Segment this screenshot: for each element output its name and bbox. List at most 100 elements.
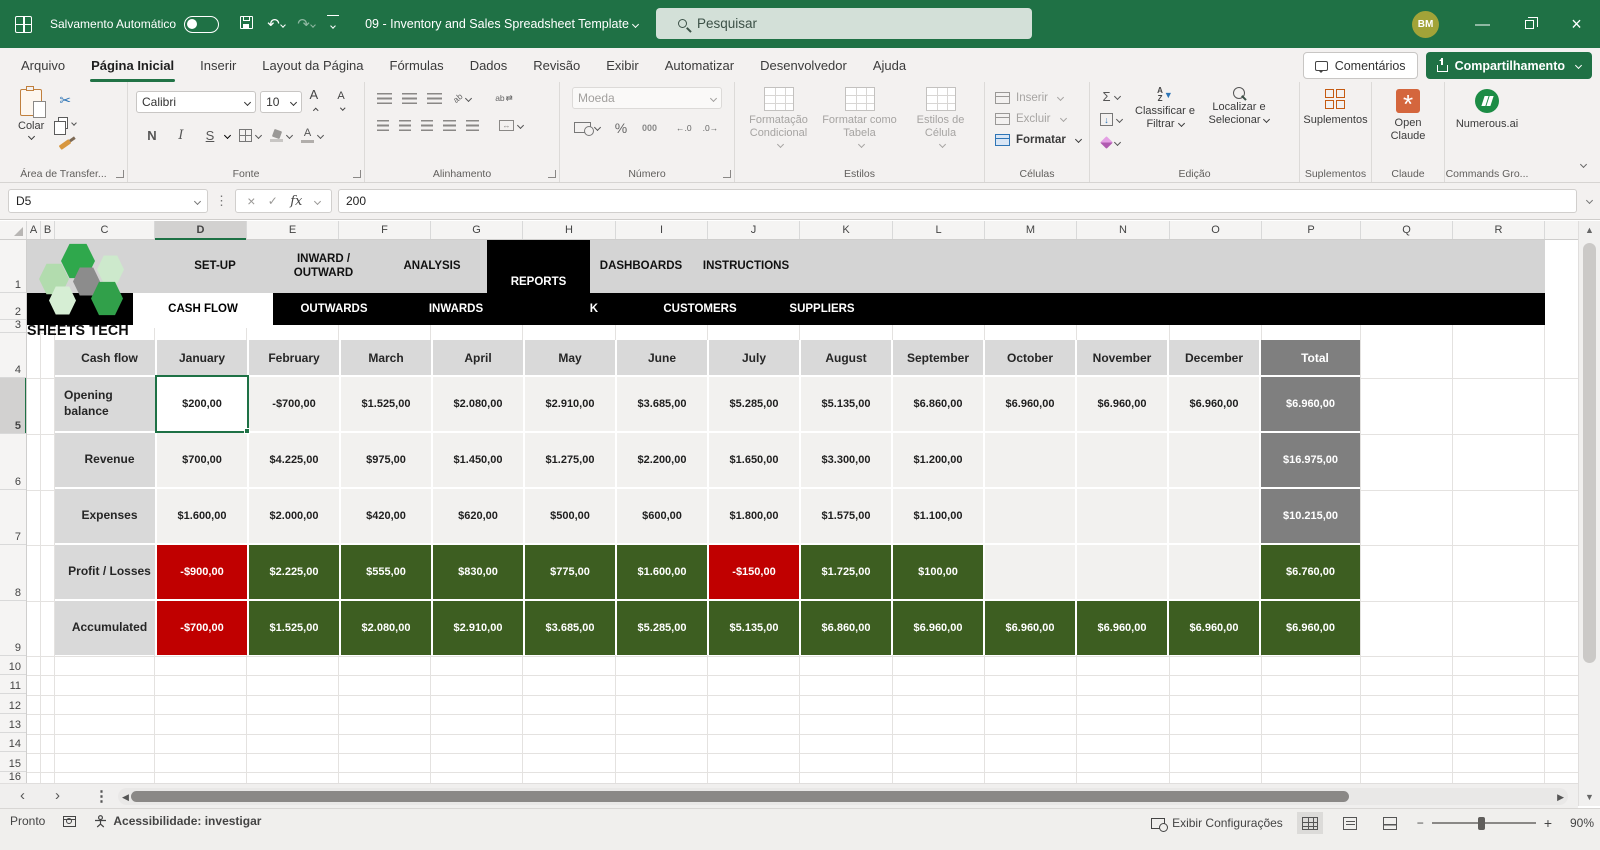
cell-revenue-june[interactable]: $2.200,00 bbox=[617, 433, 707, 487]
formula-input[interactable]: 200 bbox=[338, 189, 1577, 213]
bold-button[interactable]: N bbox=[142, 126, 162, 145]
page-layout-view-button[interactable] bbox=[1337, 812, 1363, 834]
zoom-slider-thumb[interactable] bbox=[1477, 817, 1485, 830]
borders-button[interactable] bbox=[239, 126, 263, 145]
sheet-next-button[interactable]: › bbox=[55, 787, 60, 804]
increase-decimal-button[interactable]: ←.0 bbox=[676, 123, 692, 133]
copy-button[interactable] bbox=[54, 113, 78, 135]
align-middle-icon[interactable] bbox=[402, 92, 417, 104]
row-header-16[interactable]: 16 bbox=[0, 771, 26, 783]
dialog-launcher-icon[interactable] bbox=[723, 170, 731, 178]
cell-opening-balance-march[interactable]: $1.525,00 bbox=[341, 377, 431, 431]
cell-opening-balance-december[interactable]: $6.960,00 bbox=[1169, 377, 1259, 431]
accessibility-status[interactable]: Acessibilidade: investigar bbox=[94, 814, 261, 828]
cell-accumulated-total[interactable]: $6.960,00 bbox=[1261, 601, 1360, 655]
zoom-slider[interactable] bbox=[1431, 816, 1536, 830]
cell-opening-balance-september[interactable]: $6.860,00 bbox=[893, 377, 983, 431]
autosave-control[interactable]: Salvamento Automático bbox=[50, 15, 220, 33]
autosum-button[interactable]: Σ bbox=[1100, 87, 1122, 106]
column-header-l[interactable]: L bbox=[893, 221, 985, 239]
format-painter-button[interactable] bbox=[54, 135, 76, 154]
align-center-icon[interactable] bbox=[399, 120, 411, 131]
align-left-icon[interactable] bbox=[377, 120, 389, 131]
row-header-9[interactable]: 9 bbox=[0, 601, 26, 656]
cell-revenue-march[interactable]: $975,00 bbox=[341, 433, 431, 487]
ribbon-tab-revis-o[interactable]: Revisão bbox=[520, 48, 593, 82]
macro-record-icon[interactable] bbox=[63, 815, 77, 827]
decrease-font-button[interactable]: A bbox=[333, 90, 356, 114]
zoom-out-button[interactable]: − bbox=[1417, 816, 1424, 830]
scroll-down-icon[interactable]: ▼ bbox=[1579, 792, 1600, 802]
sheet-list-button[interactable]: ⋮ bbox=[94, 787, 109, 805]
save-button[interactable] bbox=[233, 15, 259, 33]
chevron-down-icon[interactable] bbox=[280, 22, 286, 28]
share-button[interactable]: Compartilhamento bbox=[1425, 52, 1592, 79]
cell-expenses-august[interactable]: $1.575,00 bbox=[801, 489, 891, 543]
column-header-q[interactable]: Q bbox=[1361, 221, 1453, 239]
autosave-toggle[interactable] bbox=[184, 15, 220, 33]
cell-revenue-january[interactable]: $700,00 bbox=[157, 433, 247, 487]
cell-profit-losses-february[interactable]: $2.225,00 bbox=[249, 545, 339, 599]
cell-expenses-june[interactable]: $600,00 bbox=[617, 489, 707, 543]
cell-accumulated-may[interactable]: $3.685,00 bbox=[525, 601, 615, 655]
column-header-a[interactable]: A bbox=[27, 221, 41, 239]
ribbon-tab-inserir[interactable]: Inserir bbox=[187, 48, 249, 82]
normal-view-button[interactable] bbox=[1296, 812, 1323, 834]
increase-font-button[interactable]: A bbox=[306, 87, 330, 117]
ribbon-tab-exibir[interactable]: Exibir bbox=[593, 48, 652, 82]
column-header-j[interactable]: J bbox=[708, 221, 800, 239]
font-color-button[interactable]: A bbox=[301, 126, 325, 145]
cell-accumulated-june[interactable]: $5.285,00 bbox=[617, 601, 707, 655]
subtab-suppliers[interactable]: SUPPLIERS bbox=[761, 293, 883, 325]
cashflow-row-label-opening-balance[interactable]: Opening balance bbox=[55, 377, 155, 431]
user-avatar[interactable]: BM bbox=[1412, 10, 1439, 38]
format-cells-button[interactable]: Formatar bbox=[995, 129, 1085, 150]
view-settings-button[interactable]: Exibir Configurações bbox=[1151, 816, 1283, 832]
cell-profit-losses-total[interactable]: $6.760,00 bbox=[1261, 545, 1360, 599]
merge-center-button[interactable]: ↔ bbox=[499, 116, 525, 135]
sheet-canvas[interactable]: SET-UP INWARD / OUTWARD ANALYSIS REPORTS DAS… bbox=[27, 240, 1578, 783]
select-all-corner[interactable] bbox=[0, 221, 27, 239]
cell-expenses-november[interactable] bbox=[1077, 489, 1167, 543]
cell-revenue-total[interactable]: $16.975,00 bbox=[1261, 433, 1360, 487]
column-header-i[interactable]: I bbox=[616, 221, 708, 239]
percent-style-button[interactable]: % bbox=[611, 118, 631, 137]
cell-profit-losses-july[interactable]: -$150,00 bbox=[709, 545, 799, 599]
cell-expenses-september[interactable]: $1.100,00 bbox=[893, 489, 983, 543]
cell-expenses-may[interactable]: $500,00 bbox=[525, 489, 615, 543]
cell-accumulated-december[interactable]: $6.960,00 bbox=[1169, 601, 1259, 655]
cell-opening-balance-april[interactable]: $2.080,00 bbox=[433, 377, 523, 431]
ribbon-tab-layout-da-p-gina[interactable]: Layout da Página bbox=[249, 48, 376, 82]
comments-button[interactable]: Comentários bbox=[1302, 52, 1418, 79]
vertical-scrollbar[interactable]: ▲ ▼ bbox=[1578, 221, 1600, 806]
cell-accumulated-november[interactable]: $6.960,00 bbox=[1077, 601, 1167, 655]
cell-expenses-march[interactable]: $420,00 bbox=[341, 489, 431, 543]
column-header-f[interactable]: F bbox=[339, 221, 431, 239]
increase-indent-icon[interactable] bbox=[466, 120, 479, 131]
dialog-launcher-icon[interactable] bbox=[548, 170, 556, 178]
wrap-text-button[interactable]: ab ⇄ bbox=[494, 89, 514, 108]
numerous-ai-button[interactable]: Numerous.ai bbox=[1449, 87, 1525, 131]
cell-accumulated-september[interactable]: $6.960,00 bbox=[893, 601, 983, 655]
dialog-launcher-icon[interactable] bbox=[353, 170, 361, 178]
cell-accumulated-february[interactable]: $1.525,00 bbox=[249, 601, 339, 655]
cell-revenue-november[interactable] bbox=[1077, 433, 1167, 487]
italic-button[interactable]: I bbox=[171, 126, 191, 145]
cell-profit-losses-november[interactable] bbox=[1077, 545, 1167, 599]
search-box[interactable] bbox=[656, 8, 1032, 39]
column-header-k[interactable]: K bbox=[800, 221, 893, 239]
collapse-ribbon-button[interactable] bbox=[1577, 156, 1588, 174]
cell-profit-losses-june[interactable]: $1.600,00 bbox=[617, 545, 707, 599]
comma-style-button[interactable]: 000 bbox=[642, 123, 657, 133]
align-top-icon[interactable] bbox=[377, 92, 392, 104]
font-name-select[interactable]: Calibri bbox=[136, 91, 257, 113]
row-header-11[interactable]: 11 bbox=[0, 675, 26, 694]
addins-button[interactable]: Suplementos bbox=[1303, 87, 1368, 127]
cell-opening-balance-may[interactable]: $2.910,00 bbox=[525, 377, 615, 431]
chevron-down-icon[interactable] bbox=[313, 197, 321, 205]
find-select-button[interactable]: Localizar e Selecionar bbox=[1202, 87, 1276, 166]
row-header-8[interactable]: 8 bbox=[0, 545, 26, 601]
nav-tab-instructions[interactable]: INSTRUCTIONS bbox=[692, 240, 800, 293]
cashflow-row-label-revenue[interactable]: Revenue bbox=[55, 433, 155, 487]
close-button[interactable]: × bbox=[1553, 0, 1600, 48]
